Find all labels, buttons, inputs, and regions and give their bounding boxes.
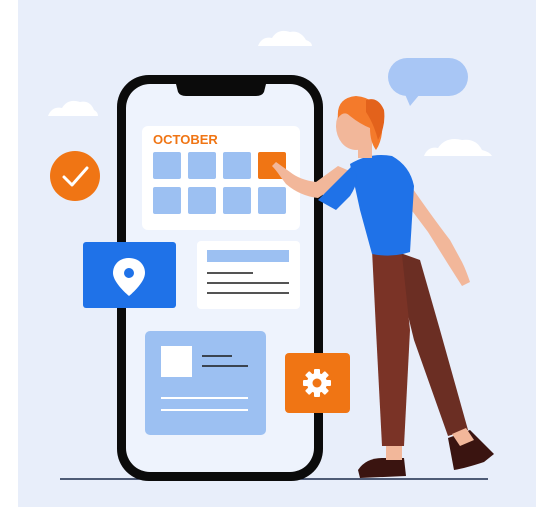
location-card — [83, 242, 176, 308]
profile-card — [145, 331, 266, 435]
calendar-day-cell — [188, 187, 216, 214]
calendar-month-label: OCTOBER — [153, 132, 218, 147]
text-card — [197, 241, 300, 309]
illustration: OCTOBER — [0, 0, 539, 519]
check-badge — [50, 151, 100, 201]
illustration-canvas: OCTOBER — [18, 0, 536, 507]
calendar-day-cell — [153, 187, 181, 214]
calendar-day-cell — [153, 152, 181, 179]
calendar-day-cell — [258, 187, 286, 214]
calendar-card: OCTOBER — [142, 126, 300, 230]
settings-card — [285, 353, 350, 413]
text-card-header-bar — [207, 250, 289, 262]
calendar-day-cell — [223, 187, 251, 214]
calendar-day-cell — [223, 152, 251, 179]
avatar-placeholder — [161, 346, 192, 377]
phone-notch — [176, 84, 266, 96]
calendar-day-cell — [188, 152, 216, 179]
gear-icon — [303, 369, 331, 397]
